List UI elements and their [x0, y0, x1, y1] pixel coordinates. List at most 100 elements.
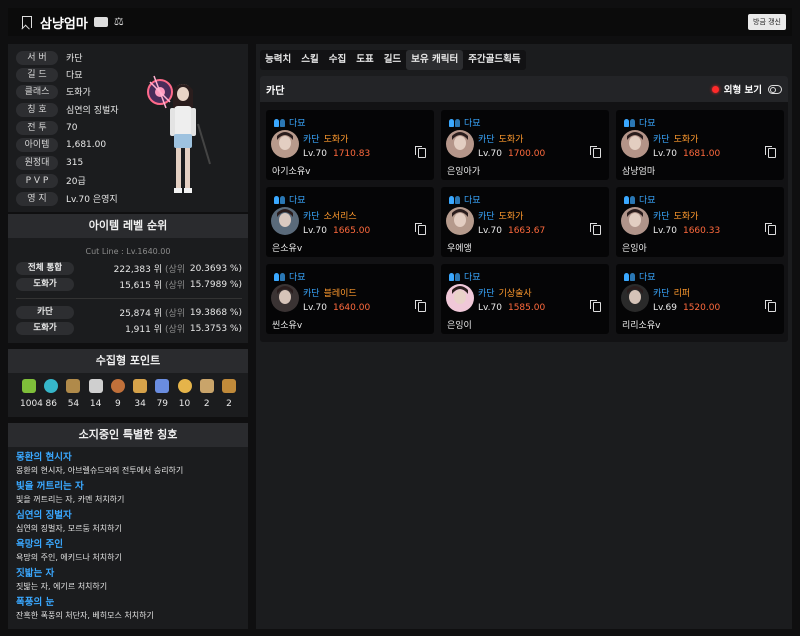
- level-line: Lv.70 1700.00: [478, 149, 545, 159]
- character-card[interactable]: 다묘 카단 도화가 Lv.70 1681.00 삼냥엄마: [616, 110, 784, 180]
- collectible-item[interactable]: 14: [87, 379, 105, 409]
- toggle-icon[interactable]: [768, 84, 782, 94]
- guild-members-icon: [274, 118, 285, 127]
- info-value: Lv.70 은영지: [66, 195, 118, 205]
- character-name-label: 삼냥엄마: [622, 167, 656, 177]
- guild-label: 다묘: [449, 193, 481, 206]
- tab-skills[interactable]: 스킬: [296, 50, 323, 70]
- character-card[interactable]: 다묘 카단 리퍼 Lv.69 1520.00 리리소유v: [616, 264, 784, 334]
- level-line: Lv.70 1640.00: [303, 303, 370, 313]
- server-class-line: 카단 기상술사: [478, 286, 532, 299]
- collectible-item[interactable]: 2: [220, 379, 238, 409]
- id-card-icon[interactable]: [93, 17, 108, 27]
- omnium-star-icon: [199, 379, 214, 393]
- scale-icon[interactable]: ⚖: [114, 16, 126, 28]
- server-header: 카단 외형 보기: [260, 76, 788, 102]
- copy-icon[interactable]: [415, 146, 426, 158]
- tab-stats[interactable]: 능력치: [260, 50, 296, 70]
- guild-name: 다묘: [464, 273, 481, 283]
- cutline-text: Cut Line : Lv.1640.00: [85, 247, 171, 256]
- collectible-count: 79: [156, 399, 169, 409]
- title-name: 빛을 꺼트리는 자: [16, 481, 84, 492]
- guild-name: 다묘: [639, 196, 656, 206]
- refresh-button[interactable]: 방금 갱신: [748, 14, 786, 30]
- character-item-level: 1710.83: [332, 149, 371, 159]
- guild-members-icon: [449, 195, 460, 204]
- character-name-label: 리리소유v: [622, 321, 661, 331]
- character-name-label: 우에앵: [447, 244, 472, 254]
- info-value: 20급: [66, 177, 86, 187]
- character-card[interactable]: 다묘 카단 소서리스 Lv.70 1665.00 은소유v: [266, 187, 434, 257]
- server-character-box: 카단 외형 보기 다묘 카단 도화가 Lv.70 1710.83 아기소유v 다묘 카단 도화가…: [260, 76, 788, 342]
- level-line: Lv.70 1660.33: [653, 226, 720, 236]
- tab-charts[interactable]: 도표: [351, 50, 378, 70]
- character-name-label: 은잉아가: [447, 167, 481, 177]
- collectible-item[interactable]: 2: [198, 379, 216, 409]
- info-row-combat: 전 투 70: [16, 120, 77, 135]
- titles-title: 소지중인 특별한 칭호: [8, 423, 248, 447]
- character-server: 카단: [478, 135, 495, 145]
- info-row-class: 클래스 도화가: [16, 84, 91, 99]
- guild-members-icon: [624, 272, 635, 281]
- copy-icon[interactable]: [765, 146, 776, 158]
- copy-icon[interactable]: [765, 223, 776, 235]
- character-class: 도화가: [323, 135, 349, 145]
- guild-name: 다묘: [464, 119, 481, 129]
- character-card[interactable]: 다묘 카단 도화가 Lv.70 1663.67 우에앵: [441, 187, 609, 257]
- copy-icon[interactable]: [415, 223, 426, 235]
- tab-characters[interactable]: 보유 캐릭터: [406, 50, 464, 70]
- level-line: Lv.70 1710.83: [303, 149, 370, 159]
- guild-label: 다묘: [274, 193, 306, 206]
- info-row-pvp: P V P 20급: [16, 173, 86, 188]
- character-card[interactable]: 다묘 카단 도화가 Lv.70 1700.00 은잉아가: [441, 110, 609, 180]
- copy-icon[interactable]: [590, 300, 601, 312]
- info-row-expedition: 원정대 315: [16, 155, 83, 170]
- collectible-item[interactable]: 1004: [20, 379, 43, 409]
- rank-tag: 도화가: [16, 322, 74, 335]
- guild-members-icon: [449, 272, 460, 281]
- character-card[interactable]: 다묘 카단 블레이드 Lv.70 1640.00 씬소유v: [266, 264, 434, 334]
- collectible-item[interactable]: 79: [153, 379, 171, 409]
- character-level: Lv.70: [653, 226, 677, 236]
- character-server: 카단: [303, 135, 320, 145]
- server-class-line: 카단 리퍼: [653, 286, 690, 299]
- world-tree-leaf-icon: [155, 379, 170, 393]
- info-value: 다묘: [66, 71, 83, 81]
- character-level: Lv.70: [478, 149, 502, 159]
- title-desc: 몽환의 현시자, 아브렐슈드와의 전투에서 승리하기: [16, 466, 184, 475]
- character-class: 도화가: [498, 212, 524, 222]
- collectible-item[interactable]: 86: [42, 379, 60, 409]
- collectible-item[interactable]: 54: [64, 379, 82, 409]
- bookmark-icon[interactable]: [22, 16, 32, 28]
- title-desc: 빛을 꺼트리는 자, 카멘 처치하기: [16, 495, 125, 504]
- copy-icon[interactable]: [415, 300, 426, 312]
- header-bar: 삼냥엄마 ⚖ 방금 갱신: [8, 8, 792, 36]
- copy-icon[interactable]: [765, 300, 776, 312]
- collectible-count: 10: [178, 399, 191, 409]
- collectible-count: 86: [45, 399, 57, 409]
- character-card[interactable]: 다묘 카단 기상술사 Lv.70 1585.00 은잉이: [441, 264, 609, 334]
- copy-icon[interactable]: [590, 223, 601, 235]
- titles-panel: 소지중인 특별한 칭호 몽환의 현시자 몽환의 현시자, 아브렐슈드와의 전투에…: [8, 423, 248, 629]
- appearance-toggle[interactable]: 외형 보기: [711, 82, 782, 96]
- copy-icon[interactable]: [590, 146, 601, 158]
- character-portrait: [621, 284, 649, 312]
- guild-name: 다묘: [639, 273, 656, 283]
- collectible-item[interactable]: 34: [131, 379, 149, 409]
- tab-collection[interactable]: 수집: [324, 50, 351, 70]
- character-server: 카단: [303, 289, 320, 299]
- info-key: 전 투: [16, 120, 58, 135]
- title-desc: 욕망의 주인, 에키드나 처치하기: [16, 553, 122, 562]
- title-item: 짓밟는 자 짓밟는 자, 에기르 처치하기: [16, 567, 240, 594]
- character-class: 기상술사: [498, 289, 532, 299]
- character-card[interactable]: 다묘 카단 도화가 Lv.70 1710.83 아기소유v: [266, 110, 434, 180]
- collectible-item[interactable]: 10: [176, 379, 194, 409]
- tab-weekly-gold[interactable]: 주간골드획득: [463, 50, 525, 70]
- character-card[interactable]: 다묘 카단 도화가 Lv.70 1660.33 은잉아: [616, 187, 784, 257]
- character-level: Lv.70: [653, 149, 677, 159]
- tab-guild[interactable]: 길드: [379, 50, 406, 70]
- character-item-level: 1663.67: [507, 226, 546, 236]
- collectible-item[interactable]: 9: [109, 379, 127, 409]
- title-name: 폭풍의 눈: [16, 597, 55, 608]
- orpheus-star-icon: [133, 379, 148, 393]
